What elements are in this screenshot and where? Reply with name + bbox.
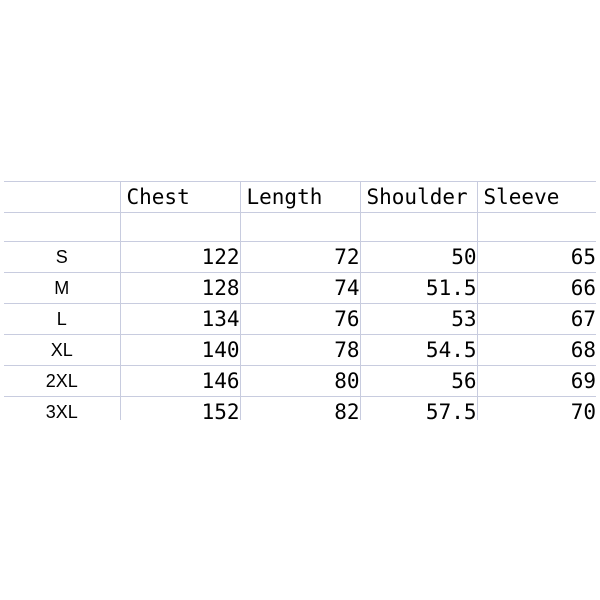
spacer-cell-length (240, 212, 361, 242)
cell-size: S (4, 241, 121, 273)
cell-sleeve: 66 (477, 272, 596, 304)
cell-chest: 128 (120, 272, 241, 304)
cell-chest: 134 (120, 303, 241, 335)
column-header-length: Length (240, 181, 361, 213)
cell-sleeve: 65 (477, 241, 596, 273)
cell-size: XL (4, 334, 121, 366)
table-row: 3XL 152 82 57.5 70 (4, 396, 596, 420)
table-spacer-row (4, 212, 596, 242)
spacer-cell-shoulder (360, 212, 478, 242)
cell-length: 74 (240, 272, 361, 304)
spacer-cell-sleeve (477, 212, 596, 242)
table-row: S 122 72 50 65 (4, 241, 596, 273)
cell-chest: 146 (120, 365, 241, 397)
cell-sleeve: 68 (477, 334, 596, 366)
cell-shoulder: 53 (360, 303, 478, 335)
table-row: M 128 74 51.5 66 (4, 272, 596, 304)
cell-chest: 152 (120, 396, 241, 420)
cell-shoulder: 56 (360, 365, 478, 397)
cell-size: L (4, 303, 121, 335)
cell-length: 82 (240, 396, 361, 420)
column-header-chest: Chest (120, 181, 241, 213)
table-row: XL 140 78 54.5 68 (4, 334, 596, 366)
size-chart-table: Chest Length Shoulder Sleeve S 122 72 50… (4, 181, 596, 420)
cell-size: 2XL (4, 365, 121, 397)
cell-length: 80 (240, 365, 361, 397)
cell-sleeve: 70 (477, 396, 596, 420)
table-row: L 134 76 53 67 (4, 303, 596, 335)
cell-chest: 122 (120, 241, 241, 273)
cell-sleeve: 69 (477, 365, 596, 397)
table-row: 2XL 146 80 56 69 (4, 365, 596, 397)
cell-shoulder: 50 (360, 241, 478, 273)
column-header-sleeve: Sleeve (477, 181, 596, 213)
cell-length: 72 (240, 241, 361, 273)
cell-sleeve: 67 (477, 303, 596, 335)
spacer-cell-chest (120, 212, 241, 242)
cell-size: 3XL (4, 396, 121, 420)
spacer-cell-size (4, 212, 121, 242)
cell-shoulder: 57.5 (360, 396, 478, 420)
column-header-shoulder: Shoulder (360, 181, 478, 213)
column-header-size (4, 181, 121, 213)
cell-chest: 140 (120, 334, 241, 366)
cell-shoulder: 51.5 (360, 272, 478, 304)
cell-shoulder: 54.5 (360, 334, 478, 366)
cell-length: 76 (240, 303, 361, 335)
cell-size: M (4, 272, 121, 304)
cell-length: 78 (240, 334, 361, 366)
table-header-row: Chest Length Shoulder Sleeve (4, 181, 596, 213)
size-chart-viewport: Chest Length Shoulder Sleeve S 122 72 50… (4, 181, 596, 420)
